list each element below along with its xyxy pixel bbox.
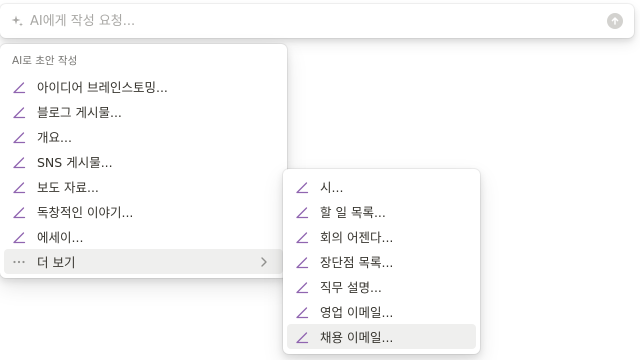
menu-item-see-more[interactable]: 더 보기 [4, 249, 283, 274]
send-button[interactable] [607, 13, 623, 29]
menu-item-label: 장단점 목록... [320, 255, 394, 270]
pen-icon [295, 330, 309, 344]
menu-item-label: SNS 게시물... [37, 155, 113, 170]
editor-canvas: AI로 초안 작성 아이디어 브레인스토밍... 블로그 게시물... 개요..… [0, 0, 640, 360]
menu-item-label: 할 일 목록... [320, 205, 386, 220]
menu-item-creative-story[interactable]: 독창적인 이야기... [4, 199, 283, 224]
pen-icon [12, 155, 26, 169]
menu-item-blog-post[interactable]: 블로그 게시물... [4, 99, 283, 124]
menu-item-poem[interactable]: 시... [287, 174, 476, 199]
pen-icon [295, 230, 309, 244]
menu-item-label: 아이디어 브레인스토밍... [37, 80, 168, 95]
pen-icon [12, 130, 26, 144]
chevron-right-icon [257, 255, 271, 269]
menu-section-title: AI로 초안 작성 [12, 55, 78, 67]
menu-item-label: 직무 설명... [320, 280, 382, 295]
pen-icon [295, 255, 309, 269]
menu-item-sales-email[interactable]: 영업 이메일... [287, 299, 476, 324]
pen-icon [295, 180, 309, 194]
menu-item-todo-list[interactable]: 할 일 목록... [287, 199, 476, 224]
pen-icon [12, 105, 26, 119]
ai-prompt-bar [0, 4, 634, 38]
see-more-submenu: 시... 할 일 목록... 회의 어젠다... 장단점 목록... 직무 설명… [283, 169, 480, 354]
pen-icon [295, 305, 309, 319]
menu-item-label: 회의 어젠다... [320, 230, 394, 245]
menu-item-social-post[interactable]: SNS 게시물... [4, 149, 283, 174]
draft-with-ai-menu: AI로 초안 작성 아이디어 브레인스토밍... 블로그 게시물... 개요..… [0, 44, 287, 278]
menu-item-label: 블로그 게시물... [37, 105, 122, 120]
menu-item-pros-cons-list[interactable]: 장단점 목록... [287, 249, 476, 274]
pen-icon [12, 230, 26, 244]
menu-item-label: 에세이... [37, 230, 84, 245]
menu-item-label: 개요... [37, 130, 72, 145]
pen-icon [295, 205, 309, 219]
menu-item-label: 시... [320, 180, 344, 195]
menu-item-recruiting-email[interactable]: 채용 이메일... [287, 324, 476, 349]
pen-icon [12, 180, 26, 194]
menu-item-press-release[interactable]: 보도 자료... [4, 174, 283, 199]
menu-item-outline[interactable]: 개요... [4, 124, 283, 149]
ai-prompt-input[interactable] [30, 9, 607, 33]
arrow-up-icon [611, 17, 619, 25]
menu-item-label: 독창적인 이야기... [37, 205, 134, 220]
ellipsis-icon [12, 255, 26, 269]
pen-icon [12, 205, 26, 219]
menu-item-label: 영업 이메일... [320, 305, 394, 320]
menu-item-brainstorm[interactable]: 아이디어 브레인스토밍... [4, 74, 283, 99]
menu-item-meeting-agenda[interactable]: 회의 어젠다... [287, 224, 476, 249]
pen-icon [295, 280, 309, 294]
menu-item-job-description[interactable]: 직무 설명... [287, 274, 476, 299]
menu-item-label: 채용 이메일... [320, 330, 394, 345]
pen-icon [12, 80, 26, 94]
menu-item-essay[interactable]: 에세이... [4, 224, 283, 249]
menu-item-label: 보도 자료... [37, 180, 99, 195]
sparkle-icon [10, 14, 24, 28]
menu-item-label: 더 보기 [37, 255, 76, 270]
